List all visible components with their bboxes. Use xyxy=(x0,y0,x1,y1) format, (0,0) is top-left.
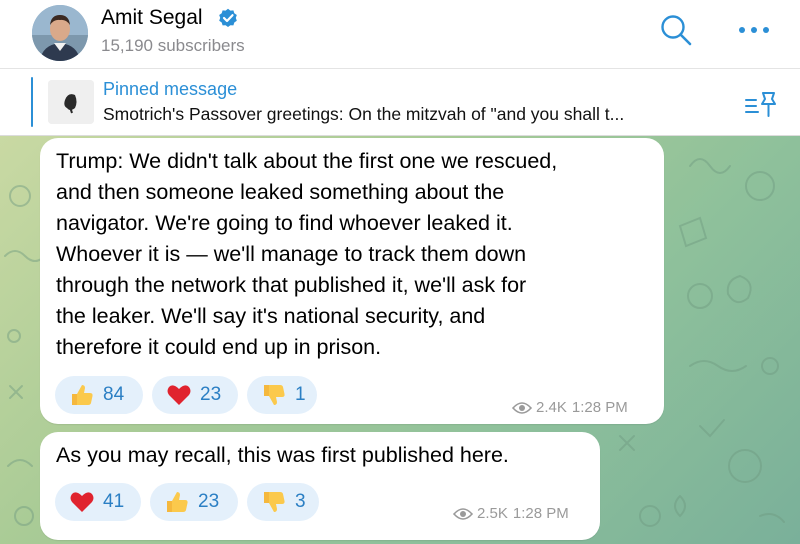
thumbs-down-icon xyxy=(264,385,285,405)
message-time: 1:28 PM xyxy=(512,505,569,522)
reaction-count: 84 xyxy=(103,384,125,405)
views-eye-icon xyxy=(453,507,473,520)
reaction-count: 23 xyxy=(198,491,220,512)
reaction-count: 3 xyxy=(295,491,306,512)
message-line: the leaker. We'll say it's national secu… xyxy=(56,304,486,328)
message-line: through the network that published it, w… xyxy=(56,273,527,297)
pinned-title: Pinned message xyxy=(103,79,238,99)
message-meta: 2.4K 1:28 PM xyxy=(512,399,628,416)
reaction-count: 1 xyxy=(295,384,306,405)
more-dots-icon[interactable] xyxy=(734,20,774,40)
message-line: As you may recall, this was first publis… xyxy=(56,443,509,467)
pinned-indicator xyxy=(31,77,33,127)
channel-avatar[interactable] xyxy=(32,5,88,61)
reaction-thumbs-down[interactable]: 1 xyxy=(247,376,317,414)
message-time: 1:28 PM xyxy=(571,399,628,416)
message-line: navigator. We're going to find whoever l… xyxy=(56,211,513,235)
thumbs-down-icon xyxy=(264,492,285,512)
view-count: 2.5K xyxy=(477,505,508,522)
views-eye-icon xyxy=(512,401,532,414)
message-bubble[interactable]: As you may recall, this was first publis… xyxy=(40,432,600,540)
reaction-thumbs-up[interactable]: 23 xyxy=(150,483,238,521)
subscriber-count: 15,190 subscribers xyxy=(101,36,245,55)
view-count: 2.4K xyxy=(536,399,567,416)
message-text: Trump: We didn't talk about the first on… xyxy=(56,146,656,363)
thumbs-up-icon xyxy=(72,385,93,405)
message-line: therefore it could end up in prison. xyxy=(56,335,382,359)
search-icon[interactable] xyxy=(659,13,693,47)
reaction-count: 41 xyxy=(103,491,125,512)
unpin-icon[interactable] xyxy=(744,89,778,119)
pinned-message-bar[interactable]: Pinned message Smotrich's Passover greet… xyxy=(0,69,800,136)
message-line: Trump: We didn't talk about the first on… xyxy=(56,149,558,173)
red-heart-icon xyxy=(70,492,94,512)
reaction-thumbs-up[interactable]: 84 xyxy=(55,376,143,414)
message-line: and then someone leaked something about … xyxy=(56,180,505,204)
message-meta: 2.5K 1:28 PM xyxy=(453,505,569,522)
channel-name[interactable]: Amit Segal xyxy=(101,6,203,30)
reaction-heart[interactable]: 23 xyxy=(152,376,238,414)
reaction-thumbs-down[interactable]: 3 xyxy=(247,483,319,521)
channel-header: Amit Segal 15,190 subscribers xyxy=(0,0,800,69)
message-bubble[interactable]: Trump: We didn't talk about the first on… xyxy=(40,138,664,424)
pinned-preview-text: Smotrich's Passover greetings: On the mi… xyxy=(103,104,625,124)
thumbs-up-icon xyxy=(167,492,188,512)
chat-background: Trump: We didn't talk about the first on… xyxy=(0,136,800,544)
message-text: As you may recall, this was first publis… xyxy=(56,440,596,471)
red-heart-icon xyxy=(167,385,191,405)
pinned-thumbnail xyxy=(48,80,94,124)
verified-badge-icon xyxy=(219,8,237,28)
message-line: Whoever it is — we'll manage to track th… xyxy=(56,242,527,266)
reaction-count: 23 xyxy=(200,384,222,405)
reaction-heart[interactable]: 41 xyxy=(55,483,141,521)
